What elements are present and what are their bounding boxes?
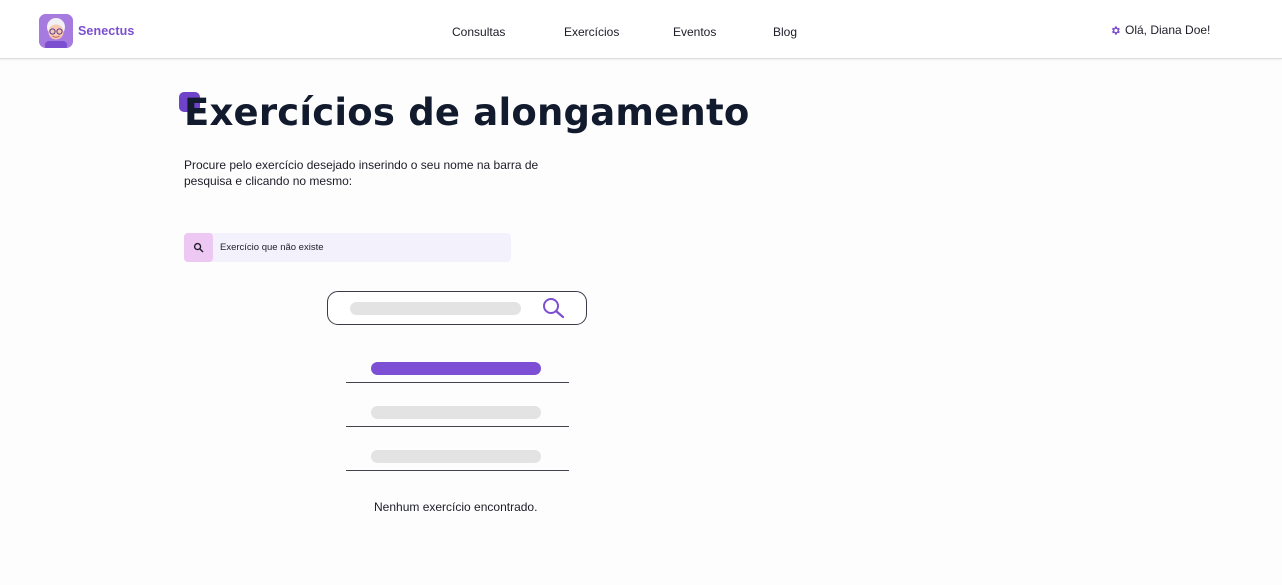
magnifier-icon: [543, 298, 565, 319]
nav-blog[interactable]: Blog: [773, 25, 797, 39]
illustration-search-bar: [327, 291, 587, 325]
search-bar: [184, 233, 511, 262]
nav-eventos[interactable]: Eventos: [673, 25, 716, 39]
logo-avatar-icon: [39, 14, 73, 48]
illustration-result-highlight: [371, 362, 541, 375]
illustration-divider: [346, 470, 569, 471]
empty-results-message: Nenhum exercício encontrado.: [374, 500, 538, 514]
nav-exercicios[interactable]: Exercícios: [564, 25, 619, 39]
illustration-divider: [346, 382, 569, 383]
illustration-result-line: [371, 406, 541, 419]
user-greeting: Olá, Diana Doe!: [1125, 23, 1211, 37]
user-menu[interactable]: Olá, Diana Doe!: [1110, 23, 1210, 37]
gear-icon: [1111, 25, 1120, 35]
nav-consultas[interactable]: Consultas: [452, 25, 505, 39]
search-icon: [193, 242, 204, 253]
illustration-placeholder-line: [350, 302, 521, 315]
top-header: Senectus Consultas Exercícios Eventos Bl…: [0, 0, 1282, 59]
search-button[interactable]: [184, 233, 213, 262]
brand-name: Senectus: [78, 24, 135, 38]
page-description: Procure pelo exercício desejado inserind…: [184, 158, 539, 188]
search-input[interactable]: [220, 233, 505, 262]
illustration-divider: [346, 426, 569, 427]
page-title: Exercícios de alongamento: [184, 91, 750, 134]
logo-link[interactable]: Senectus: [39, 14, 134, 48]
illustration-result-line: [371, 450, 541, 463]
